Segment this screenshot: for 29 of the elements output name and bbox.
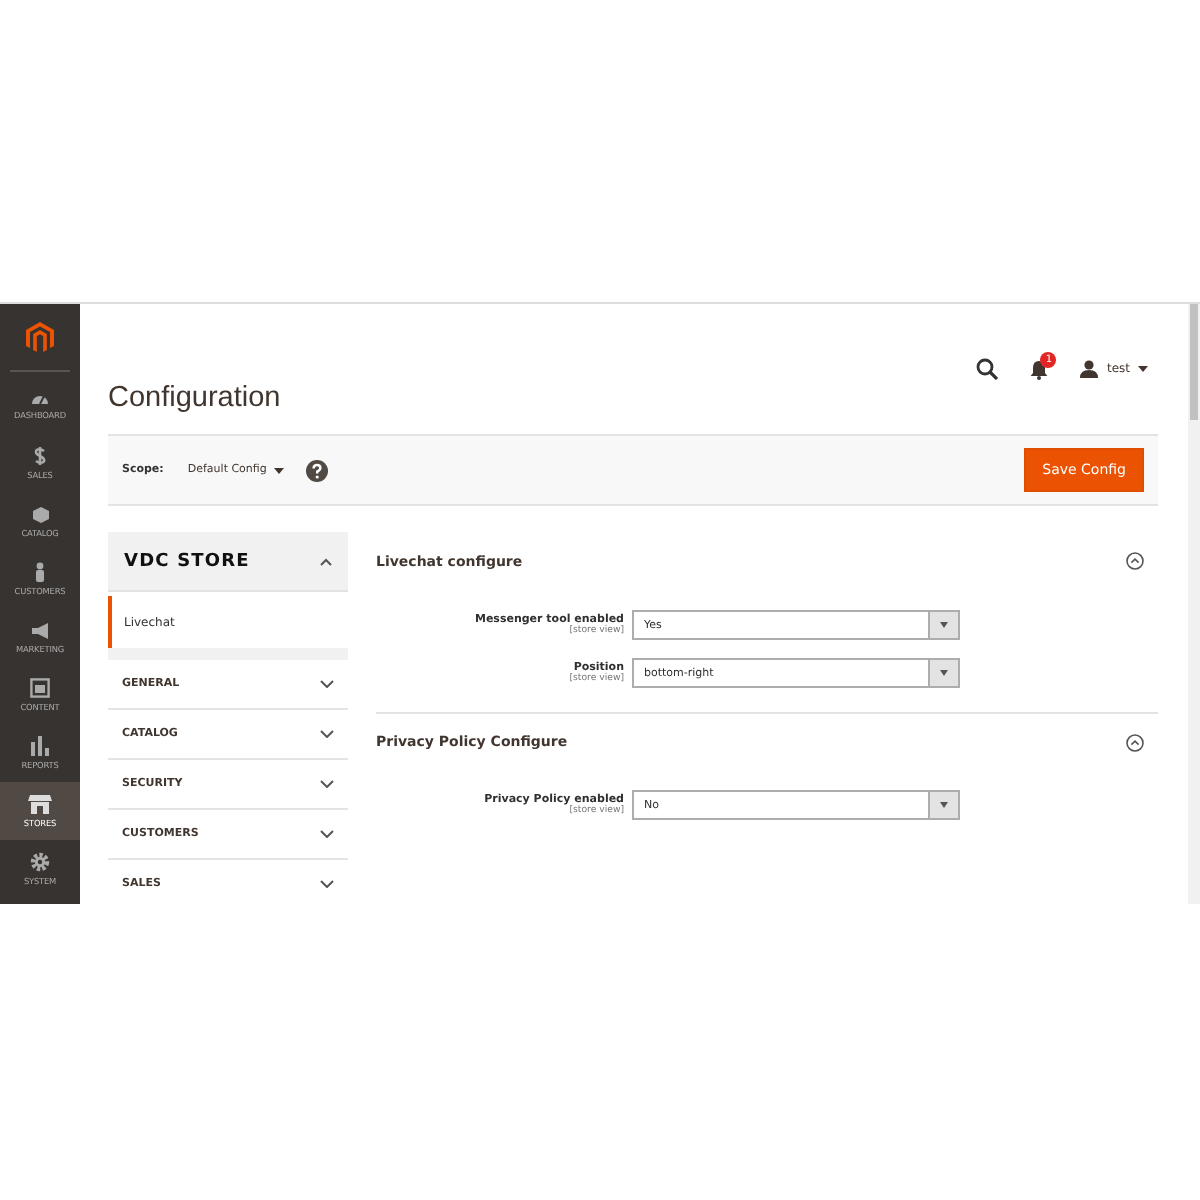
help-icon[interactable] [306, 459, 329, 481]
logo-icon[interactable] [26, 322, 54, 354]
store-icon [28, 794, 52, 814]
chevron-down-icon [320, 680, 334, 688]
settings-icon [30, 852, 50, 872]
dropdown-arrow-icon [940, 622, 948, 628]
box-icon [31, 505, 49, 523]
scrollbar-thumb[interactable] [1190, 304, 1198, 420]
caret-icon [274, 467, 285, 473]
chevron-down-icon [320, 880, 334, 888]
gauge-icon [30, 390, 50, 406]
bar-chart-icon [30, 736, 50, 756]
megaphone-icon [29, 621, 51, 639]
chevron-up-icon [320, 557, 332, 565]
search-icon[interactable] [976, 358, 999, 380]
collapse-icon[interactable] [1126, 552, 1144, 570]
chevron-down-icon [320, 830, 334, 838]
chevron-down-icon [320, 730, 334, 738]
dropdown-arrow-icon [940, 670, 948, 676]
dollar-icon [32, 446, 48, 466]
page-title: Configuration [108, 379, 281, 413]
person-icon [34, 562, 46, 582]
tab-group-header[interactable]: VDC STORE [108, 532, 348, 592]
layout-icon [30, 678, 50, 698]
dropdown-arrow-icon [940, 802, 948, 808]
chevron-down-icon [320, 780, 334, 788]
user-icon [1080, 360, 1099, 378]
caret-icon [1138, 366, 1148, 372]
collapse-icon[interactable] [1126, 733, 1144, 751]
